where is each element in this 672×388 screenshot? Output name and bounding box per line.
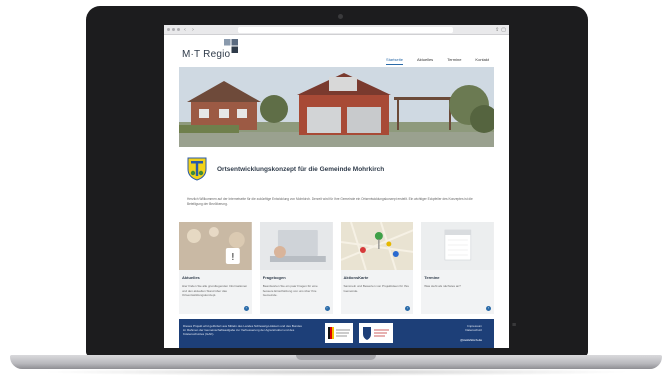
site-header: M·T Regio Startseite Aktuelles Termine K… bbox=[164, 35, 509, 67]
card-description: Was steht als nächstes an? bbox=[424, 284, 461, 288]
nav-startseite[interactable]: Startseite bbox=[386, 57, 403, 65]
card-image-fragebogen bbox=[259, 222, 333, 270]
card-description: Sammeln und Bewerten von Projektideen fü… bbox=[343, 284, 410, 293]
menu-icon[interactable]: ≡ bbox=[512, 322, 516, 329]
card-description: Hier finden Sie alle grundlegenden Infor… bbox=[182, 284, 248, 297]
card-termine[interactable]: Termine Was steht als nächstes an? › bbox=[421, 222, 494, 314]
card-image-termine bbox=[421, 222, 494, 270]
arrow-right-icon[interactable]: › bbox=[486, 306, 491, 311]
card-image-aktionskarte bbox=[340, 221, 414, 271]
nav-kontakt[interactable]: Kontakt bbox=[475, 57, 489, 65]
nav-termine[interactable]: Termine bbox=[447, 57, 461, 65]
laptop-mockup: ‹ › ⇪ ▢ M·T Regio Startseite Aktuelles T… bbox=[0, 0, 672, 388]
hero-image bbox=[179, 67, 494, 147]
card-title: Aktuelles bbox=[182, 275, 200, 280]
schleswig-holstein-logo bbox=[359, 323, 393, 343]
federal-eagle-icon bbox=[328, 327, 350, 339]
share-icon[interactable]: ⇪ bbox=[495, 27, 499, 33]
main-navigation: Startseite Aktuelles Termine Kontakt bbox=[372, 57, 489, 65]
feature-cards: ! Aktuelles Hier finden Sie alle grundle… bbox=[179, 221, 494, 314]
card-aktuelles[interactable]: ! Aktuelles Hier finden Sie alle grundle… bbox=[179, 222, 252, 314]
site-footer: Dieses Projekt wird gefördert aus Mittel… bbox=[179, 319, 494, 348]
back-icon[interactable]: ‹ bbox=[182, 26, 188, 34]
tabs-icon[interactable]: ▢ bbox=[501, 27, 506, 33]
arrow-right-icon[interactable]: › bbox=[243, 306, 249, 311]
laptop-notch bbox=[296, 355, 376, 360]
footer-funding-text: Dieses Projekt wird gefördert aus Mittel… bbox=[183, 324, 302, 336]
card-image-aktuelles: ! bbox=[179, 222, 252, 270]
card-fragebogen[interactable]: Fragebogen Beantworten Sie ein paar Frag… bbox=[259, 222, 333, 314]
page-title: Ortsentwicklungskonzept für die Gemeinde… bbox=[217, 166, 385, 173]
card-description: Beantworten Sie ein paar Fragen für eine… bbox=[262, 284, 318, 297]
browser-window: ‹ › ⇪ ▢ M·T Regio Startseite Aktuelles T… bbox=[164, 25, 509, 348]
state-coat-icon bbox=[363, 327, 389, 340]
footer-email-link[interactable]: @mohrkirch.de bbox=[460, 338, 482, 342]
arrow-right-icon[interactable]: › bbox=[324, 306, 330, 311]
card-aktionskarte[interactable]: AktionsKarte Sammeln und Bewerten von Pr… bbox=[340, 221, 414, 314]
browser-toolbar: ‹ › ⇪ ▢ bbox=[164, 25, 509, 35]
footer-link-datenschutz[interactable]: Datenschutz bbox=[465, 328, 482, 332]
federal-ministry-logo bbox=[325, 323, 353, 343]
card-title: Termine bbox=[424, 275, 440, 280]
forward-icon[interactable]: › bbox=[190, 26, 196, 34]
site-logo[interactable]: M·T Regio bbox=[182, 49, 230, 60]
intro-paragraph: Herzlich Willkommen auf der Internetseit… bbox=[187, 197, 473, 206]
webcam bbox=[338, 14, 343, 19]
svg-text:!: ! bbox=[231, 252, 235, 263]
card-title: AktionsKarte bbox=[343, 275, 369, 280]
window-controls[interactable] bbox=[167, 28, 180, 31]
arrow-right-icon[interactable]: › bbox=[405, 306, 411, 311]
address-bar[interactable] bbox=[238, 26, 454, 33]
card-title: Fragebogen bbox=[262, 275, 286, 280]
nav-aktuelles[interactable]: Aktuelles bbox=[417, 57, 433, 65]
laptop-shadow bbox=[40, 368, 632, 376]
municipal-crest-icon bbox=[187, 157, 207, 181]
